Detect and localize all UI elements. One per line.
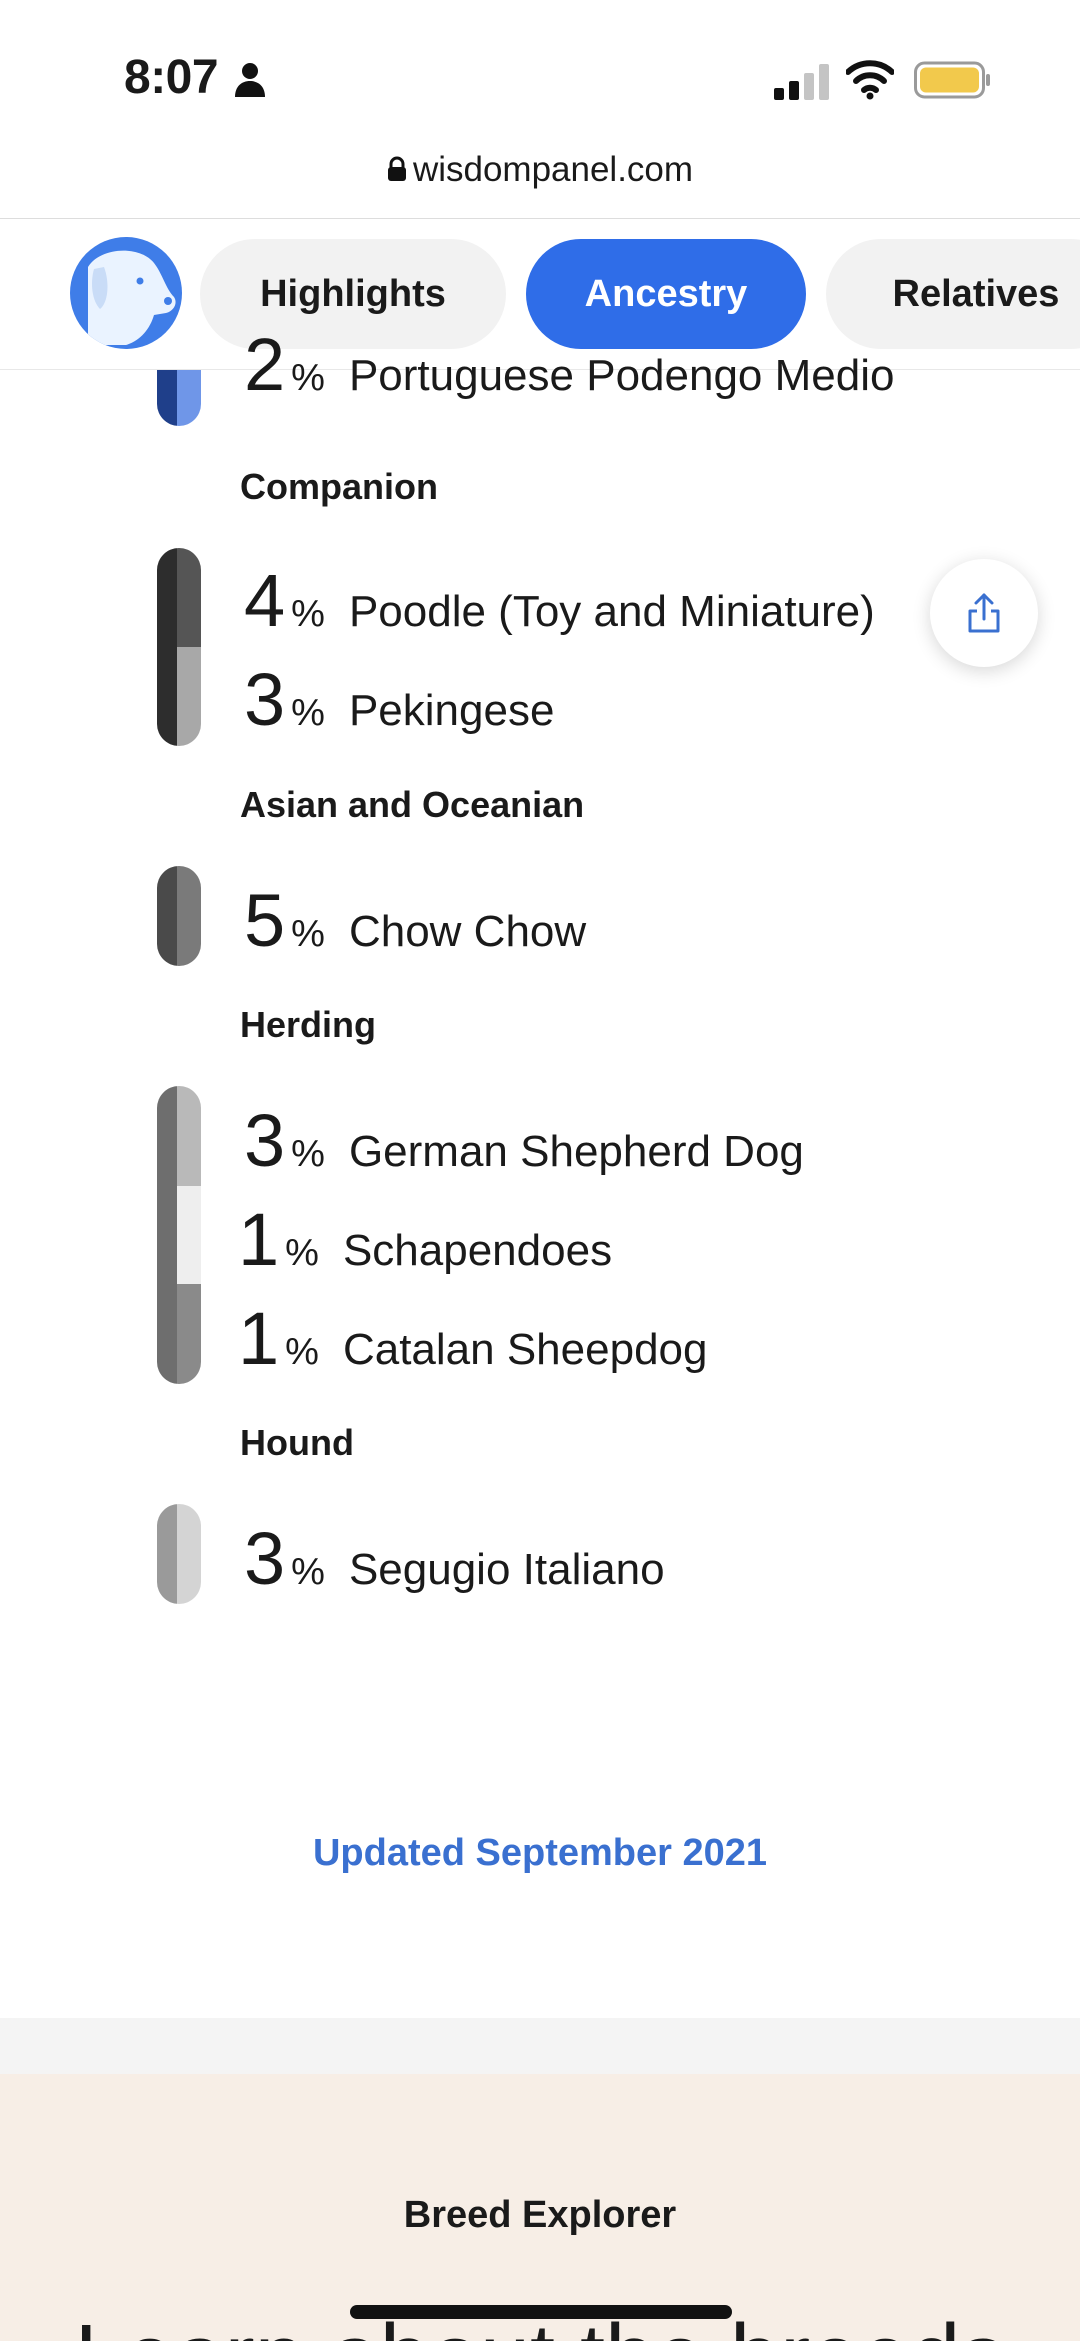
breed-percent: 3: [244, 1099, 286, 1182]
group-heading-asian-oceanian: Asian and Oceanian: [240, 784, 585, 825]
battery-icon: [914, 61, 990, 99]
breed-row: 1 % Catalan Sheepdog: [238, 1294, 707, 1384]
breed-name: Portuguese Podengo Medio: [348, 351, 895, 400]
breed-name: Poodle (Toy and Miniature): [348, 587, 875, 636]
address-bar[interactable]: wisdompanel.com: [0, 150, 1080, 218]
lock-icon: [387, 156, 406, 181]
status-time: 8:07: [124, 51, 219, 104]
percent-sign: %: [285, 1331, 319, 1373]
person-icon: [235, 63, 265, 97]
breed-row: 5 % Chow Chow: [244, 876, 586, 966]
breed-explorer-section: Breed Explorer Learn about the breeds: [0, 2074, 1080, 2341]
percent-sign: %: [291, 692, 325, 734]
breed-row: 4 % Poodle (Toy and Miniature): [244, 556, 875, 646]
url-text: wisdompanel.com: [412, 150, 694, 189]
breed-percent: 3: [244, 658, 286, 741]
ancestry-bar-herding: [157, 1086, 201, 1384]
breed-row: 2 % Portuguese Podengo Medio: [244, 320, 894, 410]
breed-name: Pekingese: [348, 686, 555, 735]
ancestry-bar-asian-oceanian: [157, 866, 201, 966]
breed-row: 3 % Pekingese: [244, 655, 554, 745]
percent-sign: %: [291, 1551, 325, 1593]
status-bar: 8:07: [0, 0, 1080, 150]
share-icon: [968, 593, 1000, 633]
updated-date-link[interactable]: Updated September 2021: [0, 1832, 1080, 1875]
home-indicator[interactable]: [350, 2305, 732, 2319]
ancestry-bar-hound: [157, 1504, 201, 1604]
cellular-signal-icon: [774, 64, 829, 100]
breed-percent: 2: [244, 323, 286, 406]
breed-row: 3 % Segugio Italiano: [244, 1514, 665, 1604]
breed-row: 3 % German Shepherd Dog: [244, 1096, 804, 1186]
breed-name: Chow Chow: [348, 907, 587, 956]
breed-percent: 4: [244, 559, 286, 642]
group-heading-herding: Herding: [240, 1004, 377, 1045]
breed-percent: 1: [238, 1198, 280, 1281]
breed-name: German Shepherd Dog: [348, 1127, 804, 1176]
share-button[interactable]: [930, 559, 1038, 667]
percent-sign: %: [291, 913, 325, 955]
ancestry-bar: [157, 370, 201, 426]
percent-sign: %: [291, 593, 325, 635]
breed-percent: 1: [238, 1297, 280, 1380]
group-heading-companion: Companion: [240, 466, 438, 507]
percent-sign: %: [285, 1232, 319, 1274]
percent-sign: %: [291, 1133, 325, 1175]
breed-percent: 3: [244, 1517, 286, 1600]
section-divider: [0, 2018, 1080, 2074]
dog-logo-icon[interactable]: [70, 237, 182, 349]
percent-sign: %: [291, 357, 325, 399]
breed-row: 1 % Schapendoes: [238, 1195, 612, 1285]
group-heading-hound: Hound: [240, 1422, 354, 1463]
breed-percent: 5: [244, 879, 286, 962]
wifi-icon: [846, 60, 894, 100]
breed-name: Schapendoes: [342, 1226, 613, 1275]
breed-explorer-title: Breed Explorer: [403, 2194, 677, 2236]
breed-name: Catalan Sheepdog: [342, 1325, 708, 1374]
ancestry-bar-companion: [157, 548, 201, 746]
breed-name: Segugio Italiano: [348, 1545, 665, 1594]
